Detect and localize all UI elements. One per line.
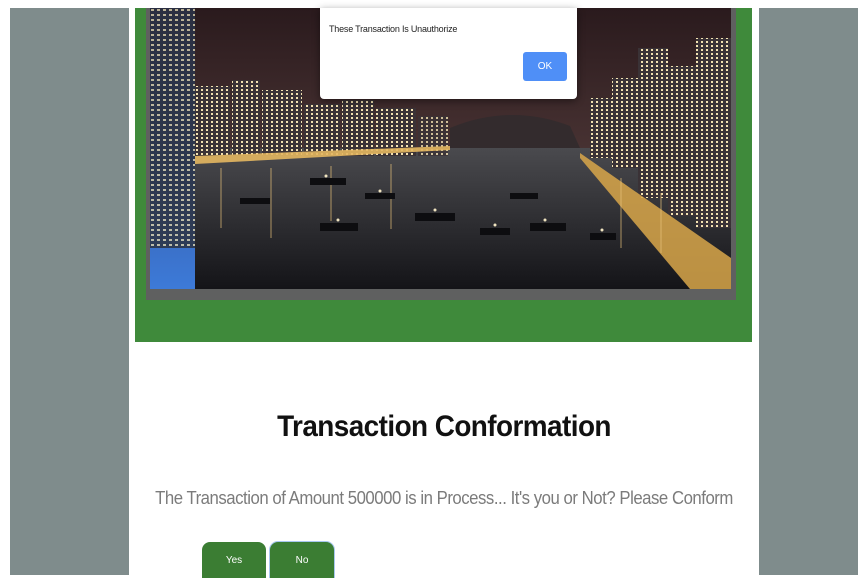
page-title: Transaction Conformation (277, 410, 611, 443)
transaction-message: The Transaction of Amount 500000 is in P… (155, 488, 733, 508)
alert-dialog: These Transaction Is Unauthorize OK (320, 8, 577, 99)
yes-button[interactable]: Yes (202, 542, 266, 578)
alert-ok-button[interactable]: OK (523, 52, 567, 81)
no-button[interactable]: No (270, 542, 334, 578)
alert-message: These Transaction Is Unauthorize (329, 24, 458, 34)
